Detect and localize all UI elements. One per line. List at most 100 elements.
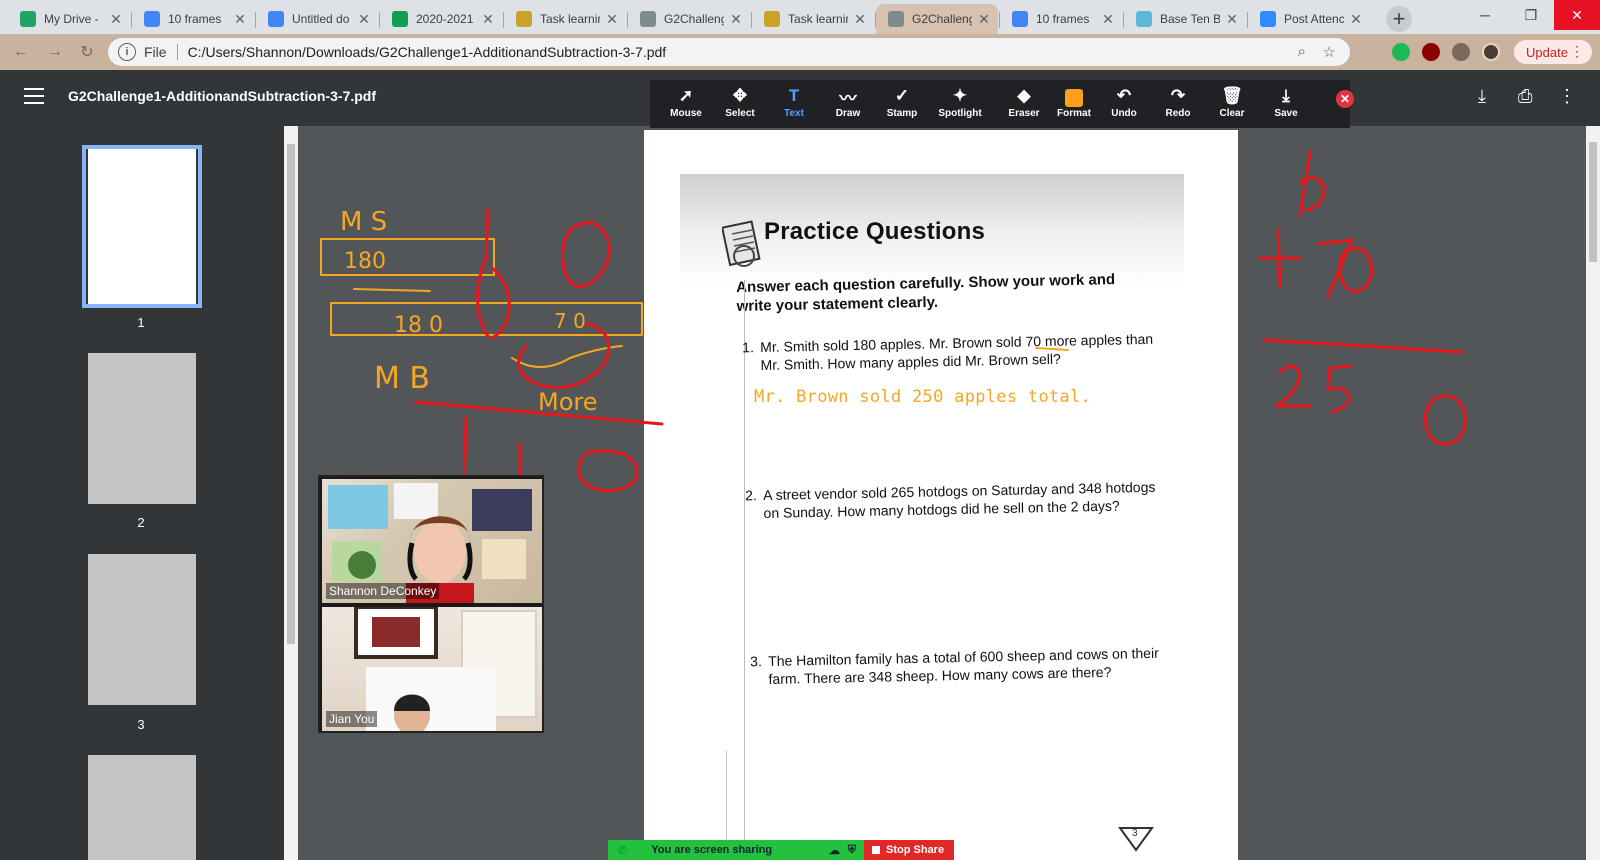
tool-undo[interactable]: ↶ Undo	[1096, 84, 1152, 126]
red-right-zero-2	[1424, 394, 1467, 446]
eraser-icon: ◆	[1017, 86, 1031, 105]
tool-text[interactable]: T Text	[766, 84, 822, 126]
tool-clear[interactable]: 🗑 Clear	[1204, 84, 1260, 126]
share-status[interactable]: ✆ You are screen sharing ☁ ⛨	[608, 840, 864, 860]
reload-icon[interactable]: ↻	[76, 41, 98, 63]
tab-strip: My Drive - ✕ 10 frames ✕ Untitled do ✕ 2020-20…	[0, 0, 1600, 34]
red-sum-line-left	[414, 400, 664, 426]
globe-icon	[888, 11, 904, 27]
tab-close-icon[interactable]: ✕	[728, 11, 744, 28]
tab-close-icon[interactable]: ✕	[1100, 11, 1116, 28]
stop-share-button[interactable]: Stop Share	[864, 840, 954, 860]
hamburger-menu-icon[interactable]	[24, 88, 44, 104]
tab-close-icon[interactable]: ✕	[108, 11, 124, 28]
handwriting-mb: M B	[374, 361, 430, 396]
red-right-plus70	[1258, 228, 1354, 298]
browser-tab[interactable]: 2020-2021 ✕	[380, 4, 502, 34]
browser-tab[interactable]: G2Challeng ✕	[876, 4, 998, 34]
url-text: C:/Users/Shannon/Downloads/G2Challenge1-…	[187, 44, 667, 60]
red-digit-8-strokes	[475, 208, 511, 340]
update-button[interactable]: Update ⋮	[1514, 40, 1592, 64]
zoom-icon[interactable]: ⌕	[1298, 43, 1306, 60]
participant-name: Jian You	[326, 711, 378, 727]
tab-title: Untitled do	[292, 12, 350, 26]
red-right-25	[1274, 364, 1352, 414]
browser-tab[interactable]: Post Attenc ✕	[1248, 4, 1370, 34]
info-icon[interactable]: i	[118, 43, 136, 61]
tab-close-icon[interactable]: ✕	[852, 11, 868, 28]
forward-icon[interactable]: →	[44, 41, 66, 63]
tab-close-icon[interactable]: ✕	[232, 11, 248, 28]
document-scrollbar[interactable]	[1586, 126, 1600, 860]
tool-draw[interactable]: 〰 Draw	[820, 84, 876, 126]
tool-spotlight[interactable]: ✦ Spotlight	[932, 84, 988, 126]
tool-label: Clear	[1219, 108, 1245, 119]
participant-name: Shannon DeConkey	[326, 583, 440, 599]
tool-label: Save	[1274, 108, 1298, 119]
extension-green-icon[interactable]	[1392, 43, 1410, 61]
tab-close-icon[interactable]: ✕	[1348, 11, 1364, 28]
orange-squiggle	[511, 345, 623, 368]
tab-close-icon[interactable]: ✕	[1224, 11, 1240, 28]
typed-answer-text[interactable]: Mr. Brown sold 250 apples total.	[754, 387, 1091, 407]
drive-icon	[20, 11, 36, 27]
browser-tab[interactable]: 10 frames ✕	[1000, 4, 1122, 34]
browser-tab[interactable]: Untitled do ✕	[256, 4, 378, 34]
tool-redo[interactable]: ↷ Redo	[1150, 84, 1206, 126]
tool-stamp[interactable]: ✓ Stamp	[874, 84, 930, 126]
page-thumbnail-3[interactable]	[88, 554, 196, 705]
video-tile-shannon[interactable]: Shannon DeConkey	[322, 479, 542, 603]
profile-avatar[interactable]	[1482, 43, 1500, 61]
zoom-video-panel[interactable]: Shannon DeConkey Jian You	[318, 475, 544, 733]
tool-mouse[interactable]: ➚ Mouse	[658, 84, 714, 126]
tool-eraser[interactable]: ◆ Eraser	[996, 84, 1052, 126]
tool-label: Spotlight	[938, 108, 982, 119]
video-tile-jian[interactable]: Jian You	[322, 607, 542, 731]
page-number-1: 1	[137, 315, 145, 330]
tool-label: Undo	[1111, 108, 1137, 119]
new-tab-button[interactable]: +	[1386, 6, 1412, 32]
browser-tab[interactable]: Base Ten Bl ✕	[1124, 4, 1246, 34]
window-close-button[interactable]: ✕	[1554, 0, 1600, 30]
tab-close-icon[interactable]: ✕	[480, 11, 496, 28]
question-3: 3. The Hamilton family has a total of 60…	[750, 644, 1169, 688]
minimize-button[interactable]: ─	[1462, 0, 1508, 30]
browser-tab[interactable]: Task learnir ✕	[504, 4, 626, 34]
orange-dash	[353, 288, 431, 292]
tab-close-icon[interactable]: ✕	[976, 11, 992, 28]
tool-format[interactable]: Format	[1046, 84, 1102, 126]
back-icon[interactable]: ←	[10, 41, 32, 63]
browser-tab[interactable]: My Drive - ✕	[8, 4, 130, 34]
undo-icon: ↶	[1116, 86, 1132, 105]
tab-title: My Drive -	[44, 12, 99, 26]
tool-save[interactable]: ⤓ Save	[1258, 84, 1314, 126]
tool-label: Redo	[1165, 108, 1191, 119]
download-icon[interactable]: ⤓	[1478, 86, 1486, 107]
restore-button[interactable]: ❐	[1508, 0, 1554, 30]
tab-close-icon[interactable]: ✕	[356, 11, 372, 28]
tab-close-icon[interactable]: ✕	[604, 11, 620, 28]
question-text: The Hamilton family has a total of 600 s…	[768, 644, 1159, 687]
address-bar[interactable]: i File C:/Users/Shannon/Downloads/G2Chal…	[108, 38, 1350, 66]
page-thumbnail-4[interactable]	[88, 755, 196, 860]
update-label: Update	[1526, 44, 1568, 60]
annotation-close-icon[interactable]: ✕	[1336, 90, 1354, 108]
browser-tab[interactable]: G2Challeng ✕	[628, 4, 750, 34]
share-status-text: You are screen sharing	[651, 844, 773, 856]
page-thumbnail-2[interactable]	[88, 353, 196, 504]
ublock-icon[interactable]	[1422, 43, 1440, 61]
sidebar-scrollbar[interactable]	[284, 126, 298, 860]
kebab-menu-icon[interactable]: ⋮	[1570, 43, 1584, 60]
more-options-icon[interactable]: ⋮	[1558, 86, 1576, 107]
print-icon[interactable]: ⎙	[1518, 86, 1532, 107]
text-icon: T	[788, 86, 800, 105]
tool-label: Stamp	[886, 108, 918, 119]
mouse-icon: ➚	[678, 86, 694, 105]
tool-select[interactable]: ✥ Select	[712, 84, 768, 126]
bookmark-star-icon[interactable]: ☆	[1323, 43, 1336, 61]
page-thumbnail-1[interactable]	[88, 149, 196, 304]
red-right-zero-1	[1338, 246, 1374, 294]
extension-puzzle-icon[interactable]	[1452, 43, 1470, 61]
browser-tab[interactable]: 10 frames ✕	[132, 4, 254, 34]
browser-tab[interactable]: Task learnir ✕	[752, 4, 874, 34]
